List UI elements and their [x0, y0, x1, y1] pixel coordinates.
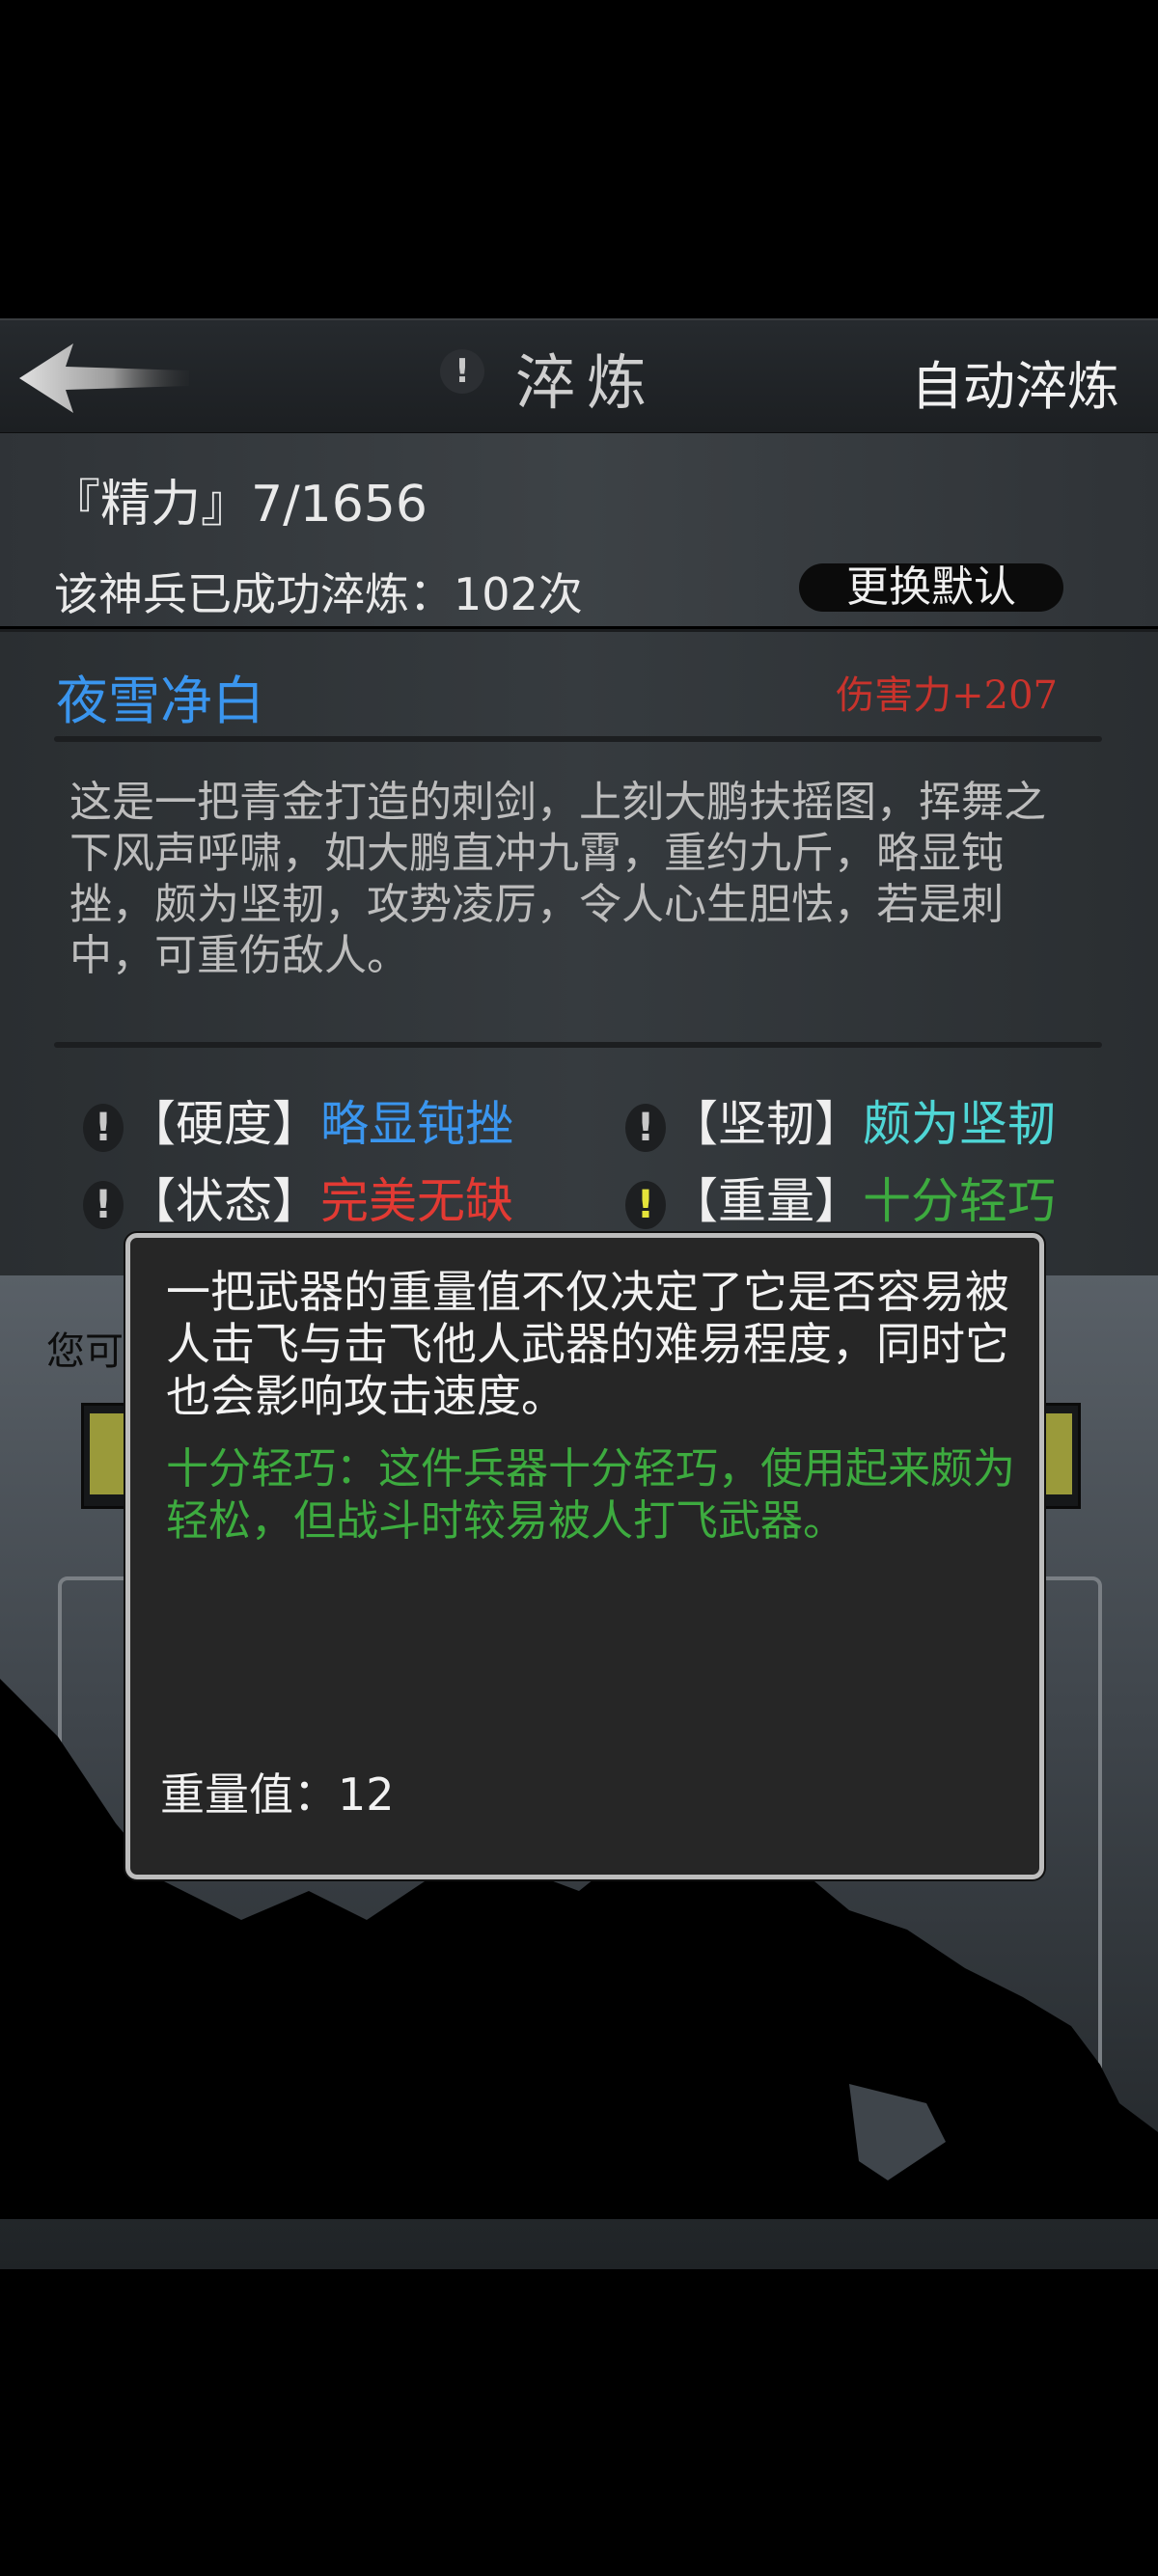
divider-top: [54, 736, 1102, 742]
damage-value: 伤害力+207: [836, 673, 1058, 718]
attr-label: 【重量】: [670, 1173, 863, 1229]
attr-toughness[interactable]: ! 【坚韧】颇为坚韧: [625, 1092, 1056, 1156]
attr-value: 完美无缺: [320, 1173, 513, 1229]
attr-weight[interactable]: ! 【重量】十分轻巧: [625, 1169, 1056, 1233]
refine-count: 该神兵已成功淬炼：102次: [54, 568, 583, 620]
title-info-icon[interactable]: !: [440, 349, 484, 394]
attr-label: 【坚韧】: [670, 1096, 863, 1152]
info-icon: !: [83, 1103, 124, 1152]
hint-text: 您可: [46, 1329, 124, 1374]
energy-value: 『精力』7/1656: [50, 476, 427, 534]
page-title: 淬炼: [515, 347, 659, 418]
tooltip-detail: 十分轻巧：这件兵器十分轻巧，使用起来颇为轻松，但战斗时较易被人打飞武器。: [166, 1444, 1015, 1546]
attr-label: 【硬度】: [127, 1096, 320, 1152]
info-icon-active: !: [625, 1180, 666, 1229]
attr-value: 颇为坚韧: [863, 1096, 1056, 1152]
back-arrow-icon: [19, 343, 189, 413]
attr-hardness[interactable]: ! 【硬度】略显钝挫: [83, 1092, 513, 1156]
divider-bottom: [54, 1042, 1102, 1048]
weapon-description: 这是一把青金打造的刺剑，上刻大鹏扶摇图，挥舞之下风声呼啸，如大鹏直冲九霄，重约九…: [69, 778, 1046, 980]
attr-label: 【状态】: [127, 1173, 320, 1229]
back-button[interactable]: [17, 342, 191, 415]
auto-refine-button[interactable]: 自动淬炼: [911, 343, 1119, 420]
weapon-name: 夜雪净白: [56, 671, 264, 731]
tooltip-weight-value: 重量值：12: [160, 1768, 395, 1821]
attr-condition[interactable]: ! 【状态】完美无缺: [83, 1169, 513, 1233]
change-default-button[interactable]: 更换默认: [799, 563, 1063, 612]
refine-screen: ! 淬炼 自动淬炼 『精力』7/1656 该神兵已成功淬炼：102次 更换默认 …: [0, 0, 1158, 2576]
info-icon: !: [83, 1180, 124, 1229]
info-icon: !: [625, 1103, 666, 1152]
attr-value: 略显钝挫: [320, 1096, 513, 1152]
tooltip-description: 一把武器的重量值不仅决定了它是否容易被人击飞与击飞他人武器的难易程度，同时它也会…: [166, 1266, 1009, 1422]
attr-value: 十分轻巧: [863, 1173, 1056, 1229]
